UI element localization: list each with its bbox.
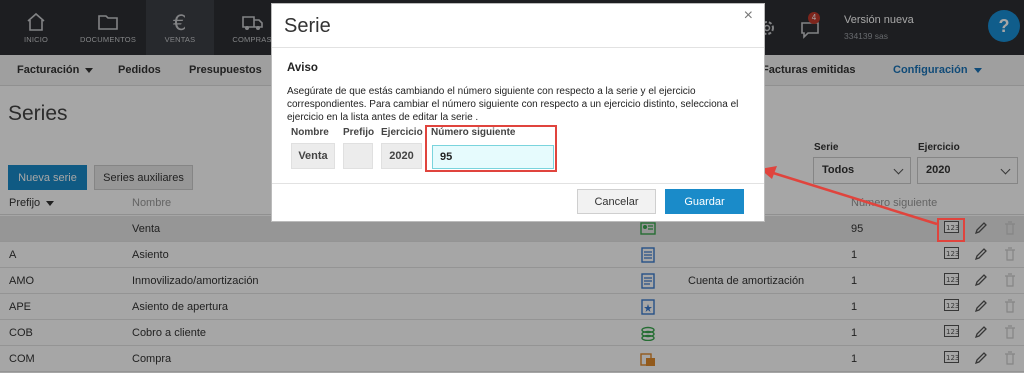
close-icon[interactable]: × bbox=[744, 7, 753, 25]
prefijo-value bbox=[343, 143, 373, 169]
prefijo-label: Prefijo bbox=[343, 127, 375, 138]
numero-siguiente-input[interactable] bbox=[432, 145, 554, 169]
ejercicio-label: Ejercicio bbox=[381, 127, 423, 138]
nombre-value: Venta bbox=[291, 143, 335, 169]
cancel-button[interactable]: Cancelar bbox=[577, 189, 656, 214]
warning-message: Asegúrate de que estás cambiando el núme… bbox=[287, 86, 739, 123]
nombre-label: Nombre bbox=[291, 127, 329, 138]
ejercicio-value: 2020 bbox=[381, 143, 422, 169]
warning-heading: Aviso bbox=[287, 62, 318, 74]
dialog-title: Serie bbox=[284, 15, 331, 37]
divider bbox=[272, 47, 764, 48]
highlight-box bbox=[937, 218, 965, 242]
divider bbox=[272, 183, 764, 184]
save-button[interactable]: Guardar bbox=[665, 189, 744, 214]
